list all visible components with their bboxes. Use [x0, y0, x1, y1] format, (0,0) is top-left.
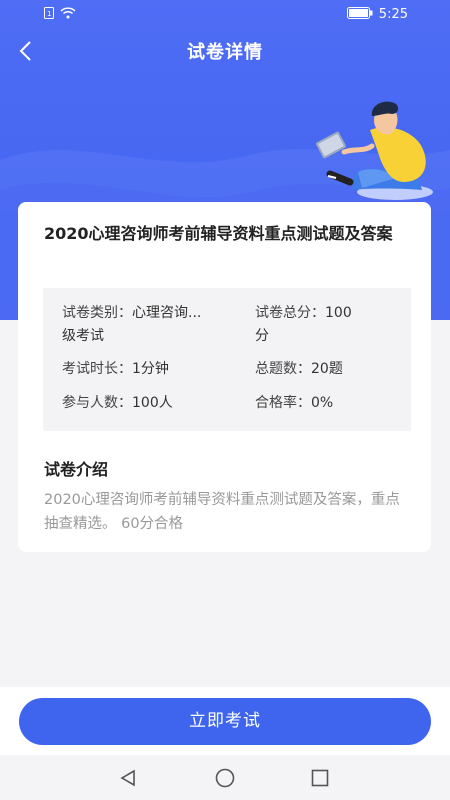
paper-info-box: 试卷类别： 心理咨询... 级考试 试卷总分：100 分 考试时长：1分钟 总题…: [43, 288, 411, 431]
info-participants: 参与人数：100人: [62, 392, 173, 415]
start-exam-button[interactable]: 立即考试: [19, 698, 431, 745]
info-question-count: 总题数：20题: [255, 358, 343, 381]
wifi-icon: [60, 7, 76, 22]
bottom-action-bar: 立即考试: [0, 687, 450, 755]
status-bar: 1 5:25: [0, 0, 450, 30]
info-duration: 考试时长：1分钟: [62, 358, 169, 381]
paper-detail-card: 2020心理咨询师考前辅导资料重点测试题及答案 试卷类别： 心理咨询... 级考…: [18, 202, 431, 552]
info-pass-rate: 合格率：0%: [255, 392, 333, 415]
question-count-label: 总题数：: [255, 361, 311, 377]
duration-label: 考试时长：: [62, 361, 132, 377]
intro-title: 试卷介绍: [44, 460, 109, 479]
total-score-value: 100: [325, 305, 352, 321]
system-navigation-bar: [0, 755, 450, 800]
total-score-value-line2: 分: [255, 328, 269, 344]
category-value-line2: 级考试: [62, 328, 104, 344]
top-nav-bar: 试卷详情: [0, 30, 450, 70]
pass-rate-value: 0%: [311, 395, 334, 411]
pass-rate-label: 合格率：: [255, 395, 311, 411]
sim-icon: 1: [44, 7, 54, 22]
page-title: 试卷详情: [187, 42, 263, 63]
total-score-label: 试卷总分：: [255, 305, 325, 321]
home-circle-icon[interactable]: [214, 767, 236, 789]
clock-time: 5:25: [378, 7, 408, 22]
participants-value: 100人: [132, 395, 173, 411]
category-value: 心理咨询...: [132, 305, 202, 321]
participants-label: 参与人数：: [62, 395, 132, 411]
info-total-score: 试卷总分：100 分: [255, 302, 395, 348]
paper-title: 2020心理咨询师考前辅导资料重点测试题及答案: [44, 224, 393, 243]
battery-icon: [346, 7, 373, 22]
intro-text: 2020心理咨询师考前辅导资料重点测试题及答案，重点抽查精选。 60分合格: [44, 492, 400, 532]
category-label: 试卷类别：: [62, 305, 132, 321]
svg-text:1: 1: [47, 10, 51, 18]
reading-person-illustration: [316, 101, 433, 200]
info-category: 试卷类别： 心理咨询... 级考试: [62, 302, 240, 348]
question-count-value: 20题: [311, 361, 343, 377]
duration-value: 1分钟: [132, 361, 169, 377]
back-triangle-icon[interactable]: [117, 767, 139, 789]
recents-square-icon[interactable]: [309, 767, 331, 789]
